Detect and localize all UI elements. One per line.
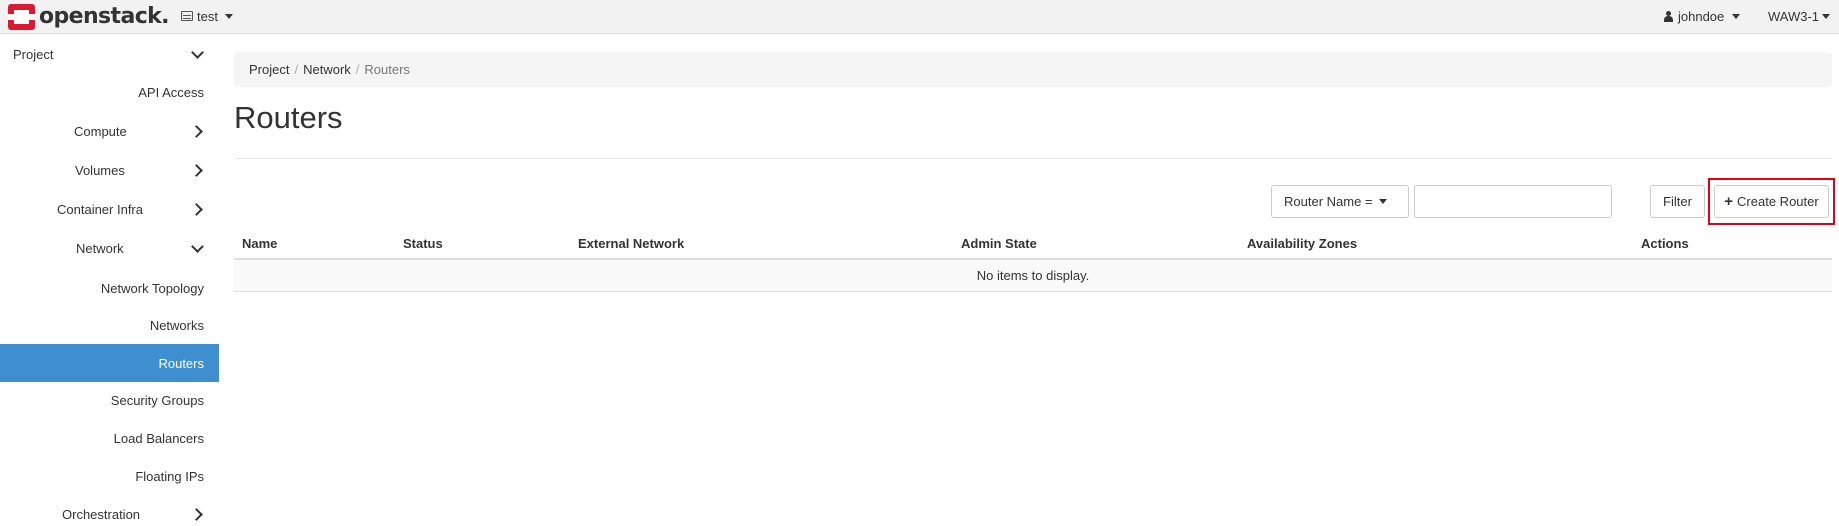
table-empty-row: No items to display. [234,260,1832,292]
filter-field-select[interactable]: Router Name = [1271,185,1409,218]
column-header-actions: Actions [1641,236,1689,251]
openstack-logo[interactable]: openstack. [8,4,170,30]
sidebar-item-label: Routers [158,355,204,371]
title-divider [234,158,1832,159]
caret-down-icon [224,13,233,19]
user-menu-label: johndoe [1678,8,1725,24]
breadcrumb-project[interactable]: Project [249,62,289,77]
project-picker-label: test [197,8,218,24]
column-header-admin-state[interactable]: Admin State [961,228,1037,260]
project-picker-icon [181,11,193,21]
column-header-external-network[interactable]: External Network [578,228,684,260]
sidebar-item-project[interactable]: Project [0,35,219,73]
sidebar-item-container-infra[interactable]: Container Infra [0,190,219,228]
chevron-down-icon [190,47,204,61]
sidebar-item-floating-ips[interactable]: Floating IPs [0,457,219,495]
openstack-logo-icon [8,4,35,30]
breadcrumb: Project / Network / Routers [234,52,1832,87]
highlight-annotation [1708,178,1835,225]
user-menu[interactable]: johndoe [1664,6,1741,26]
filter-button[interactable]: Filter [1650,185,1705,218]
column-header-status[interactable]: Status [403,228,443,260]
sidebar: Project API Access Compute Volumes Conta… [0,35,219,526]
top-navbar: openstack. test johndoe WAW3-1 [0,0,1839,34]
chevron-right-icon [190,507,204,521]
sidebar-item-security-groups[interactable]: Security Groups [0,381,219,419]
breadcrumb-separator: / [294,62,299,77]
breadcrumb-routers: Routers [364,62,410,77]
sidebar-item-compute[interactable]: Compute [0,112,219,150]
brand-name: openstack. [39,4,170,29]
sidebar-item-label: Volumes [75,162,125,178]
chevron-down-icon [190,241,204,255]
sidebar-item-label: Project [13,46,54,62]
sidebar-item-api-access[interactable]: API Access [0,73,219,111]
sidebar-item-label: Networks [149,317,204,333]
sidebar-item-volumes[interactable]: Volumes [0,151,219,189]
sidebar-item-orchestration[interactable]: Orchestration [0,495,219,526]
sidebar-item-label: API Access [138,84,204,100]
table-header: Name Status External Network Admin State… [234,228,1832,260]
project-picker[interactable]: test [181,6,233,26]
breadcrumb-separator: / [355,62,360,77]
column-header-name[interactable]: Name [242,228,277,260]
sidebar-item-networks[interactable]: Networks [0,306,219,344]
breadcrumb-network[interactable]: Network [303,62,351,77]
empty-message: No items to display. [976,268,1090,283]
sidebar-item-label: Security Groups [110,392,204,408]
routers-table: Name Status External Network Admin State… [234,228,1832,292]
sidebar-item-network[interactable]: Network [0,229,219,267]
filter-field-label: Router Name = [1284,194,1373,209]
sidebar-item-routers[interactable]: Routers [0,344,219,382]
chevron-right-icon [190,163,204,177]
user-icon [1664,10,1673,22]
sidebar-item-label: Network Topology [100,280,204,296]
main-content: Project / Network / Routers Routers Rout… [234,35,1835,526]
caret-down-icon [1732,13,1741,19]
caret-down-icon [1822,13,1831,19]
sidebar-item-label: Orchestration [62,506,141,522]
region-menu-label: WAW3-1 [1768,8,1820,24]
caret-down-icon [1378,199,1387,204]
sidebar-item-network-topology[interactable]: Network Topology [0,269,219,307]
sidebar-item-label: Floating IPs [135,468,204,484]
sidebar-item-label: Network [76,240,124,256]
sidebar-item-load-balancers[interactable]: Load Balancers [0,419,219,457]
region-menu[interactable]: WAW3-1 [1768,6,1831,26]
sidebar-item-label: Compute [74,123,127,139]
sidebar-item-label: Load Balancers [113,430,204,446]
sidebar-item-label: Container Infra [57,201,143,217]
column-header-availability-zones[interactable]: Availability Zones [1247,228,1357,260]
chevron-right-icon [190,124,204,138]
page-title: Routers [234,100,343,135]
filter-input[interactable] [1414,185,1612,218]
chevron-right-icon [190,202,204,216]
